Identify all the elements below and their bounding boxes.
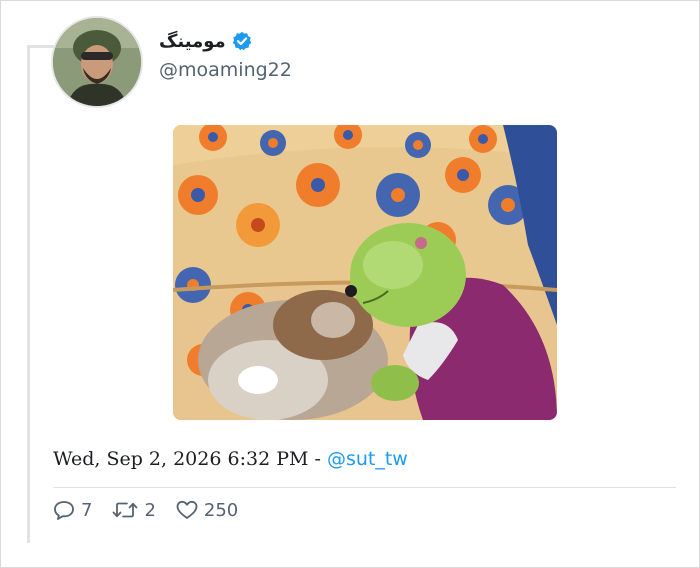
- tweet-actions: 7 2 250: [53, 498, 238, 522]
- thread-line: [27, 45, 30, 543]
- tweet-timestamp[interactable]: Wed, Sep 2, 2026 6:32 PM: [53, 448, 308, 470]
- media-image: [173, 125, 557, 420]
- tweet-metadata: Wed, Sep 2, 2026 6:32 PM - @sut_tw: [53, 448, 408, 470]
- reply-count: 7: [81, 499, 93, 521]
- metadata-separator: -: [308, 448, 327, 470]
- verified-badge-icon: [232, 31, 252, 51]
- name-row: مومینگ: [159, 28, 252, 54]
- like-count: 250: [203, 499, 239, 521]
- retweet-button[interactable]: 2: [112, 499, 156, 521]
- reply-icon: [54, 501, 74, 520]
- like-button[interactable]: 250: [176, 500, 238, 521]
- avatar[interactable]: [53, 18, 141, 106]
- tweet-media[interactable]: [173, 125, 557, 420]
- display-name[interactable]: مومینگ: [159, 31, 226, 52]
- via-handle-link[interactable]: @sut_tw: [327, 448, 408, 470]
- thread-line-cap: [27, 45, 57, 48]
- reply-button[interactable]: 7: [53, 500, 92, 521]
- tweet-card: مومینگ @moaming22 Wed, Sep 2, 2026 6:32 …: [0, 0, 700, 568]
- retweet-icon: [113, 502, 138, 518]
- heart-icon: [176, 500, 198, 519]
- retweet-count: 2: [144, 499, 156, 521]
- user-handle[interactable]: @moaming22: [159, 59, 292, 81]
- avatar-image: [53, 18, 141, 106]
- divider: [53, 487, 676, 488]
